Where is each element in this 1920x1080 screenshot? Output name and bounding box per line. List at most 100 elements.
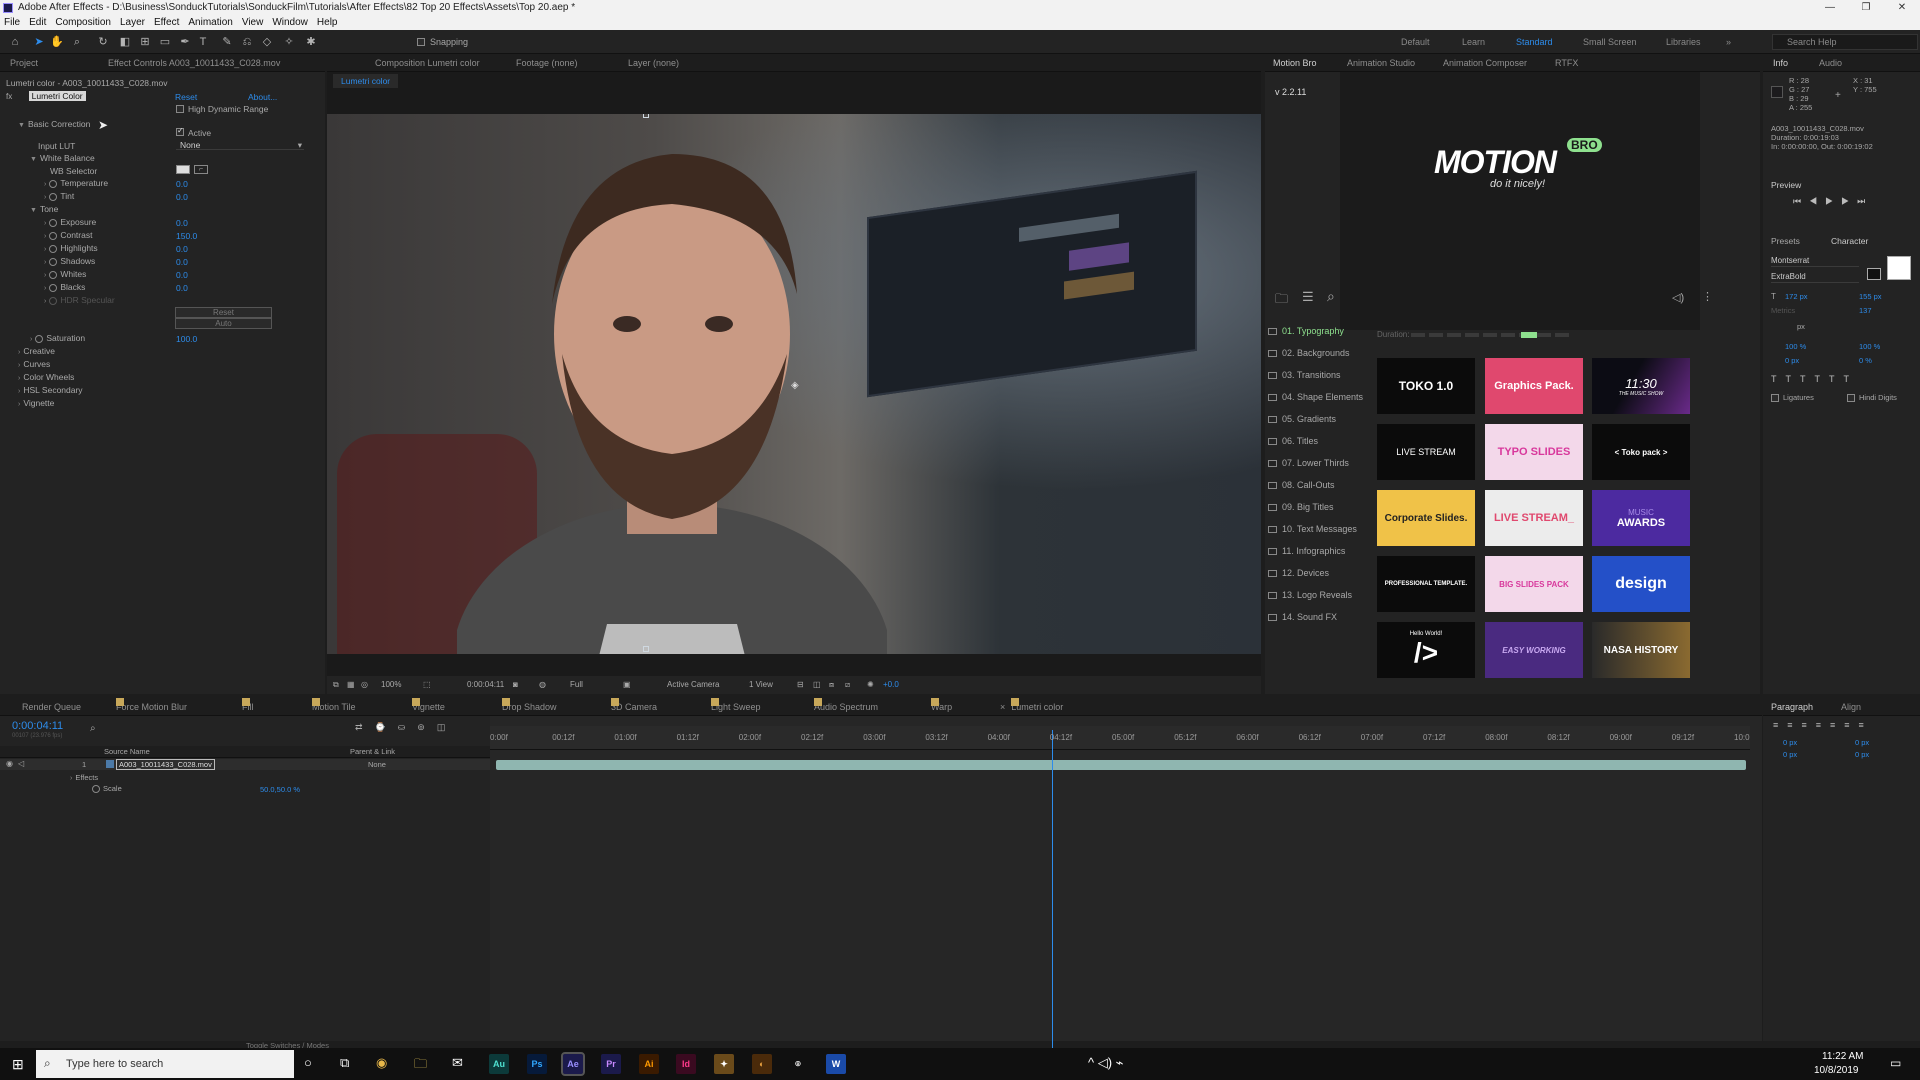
eraser-tool-icon[interactable]: ◇	[260, 35, 274, 49]
category-backgrounds[interactable]: 02. Backgrounds	[1268, 348, 1386, 358]
tab-align[interactable]: Align	[1841, 698, 1861, 716]
preset-thumb[interactable]: BIG SLIDES PACK	[1485, 556, 1583, 612]
eye-icon[interactable]: ◉	[6, 759, 13, 768]
audition-icon[interactable]: Au	[489, 1054, 509, 1074]
flowchart-icon[interactable]: ⧈	[829, 676, 834, 694]
leading-value[interactable]: 155 px	[1859, 292, 1882, 301]
category-text-messages[interactable]: 10. Text Messages	[1268, 524, 1386, 534]
category-typography[interactable]: 01. Typography	[1268, 326, 1386, 336]
zoom-tool-icon[interactable]: ⌕	[70, 35, 84, 49]
highlights-value[interactable]: 0.0	[176, 244, 188, 254]
fill-color-swatch[interactable]	[1887, 256, 1911, 280]
input-lut-dropdown[interactable]: None ▾	[176, 140, 304, 150]
wb-swatch[interactable]	[176, 165, 190, 174]
effect-about-link[interactable]: About...	[248, 92, 277, 102]
stopwatch-icon[interactable]	[49, 270, 58, 279]
active-checkbox[interactable]	[176, 126, 184, 136]
tab-info[interactable]: Info	[1773, 54, 1788, 72]
comp-subtab[interactable]: Lumetri color	[333, 74, 399, 88]
workspace-default[interactable]: Default	[1401, 37, 1430, 47]
menu-layer[interactable]: Layer	[120, 16, 145, 30]
transparency-grid-icon[interactable]: ▣	[623, 676, 631, 694]
notifications-icon[interactable]: ▭	[1890, 1056, 1901, 1070]
tab-motion-tile[interactable]: Motion Tile	[312, 698, 356, 716]
settings-sliders-icon[interactable]: ☰	[1302, 289, 1314, 305]
tab-effect-controls[interactable]: Effect Controls A003_10011433_C028.mov	[108, 54, 280, 72]
tone-reset-button[interactable]: Reset	[175, 307, 272, 318]
tab-lumetri-color[interactable]: × Lumetri color	[1000, 698, 1063, 716]
anchor-handle-icon[interactable]	[643, 114, 649, 118]
stroke-color-swatch[interactable]	[1867, 268, 1881, 280]
region-icon[interactable]: ⬚	[423, 676, 431, 694]
hindi-digits-checkbox[interactable]	[1847, 394, 1855, 402]
menu-view[interactable]: View	[242, 16, 264, 30]
tab-audio[interactable]: Audio	[1819, 54, 1842, 72]
effect-reset-link[interactable]: Reset	[175, 92, 197, 102]
color-channel-icon[interactable]: ◍	[539, 676, 546, 694]
preset-thumb[interactable]: 11:30 THE MUSIC SHOW	[1592, 358, 1690, 414]
preset-thumb[interactable]: < Toko pack >	[1592, 424, 1690, 480]
puppet-tool-icon[interactable]: ✱	[304, 35, 318, 49]
camera-tool-icon[interactable]: ◧	[118, 35, 132, 49]
tab-3d-camera[interactable]: 3D Camera	[611, 698, 657, 716]
snapping-checkbox[interactable]	[417, 38, 425, 46]
preset-thumb[interactable]: TOKO 1.0	[1377, 358, 1475, 414]
menu-effect[interactable]: Effect	[154, 16, 179, 30]
search-icon[interactable]: ⌕	[1327, 288, 1335, 305]
system-tray-icons[interactable]: ^ ◁) ⌁	[1088, 1055, 1123, 1071]
category-transitions[interactable]: 03. Transitions	[1268, 370, 1386, 380]
tint-value[interactable]: 0.0	[176, 192, 188, 202]
selection-tool-icon[interactable]: ➤	[32, 35, 46, 49]
category-lower-thirds[interactable]: 07. Lower Thirds	[1268, 458, 1386, 468]
whites-value[interactable]: 0.0	[176, 270, 188, 280]
indent-left-value[interactable]: 0 px	[1783, 738, 1797, 747]
category-gradients[interactable]: 05. Gradients	[1268, 414, 1386, 424]
tab-light-sweep[interactable]: Light Sweep	[711, 698, 761, 716]
cortana-icon[interactable]: ○	[304, 1055, 312, 1070]
preset-thumb[interactable]: Graphics Pack.	[1485, 358, 1583, 414]
workspace-libraries[interactable]: Libraries	[1666, 37, 1701, 47]
preset-thumb[interactable]: MUSIC AWARDS	[1592, 490, 1690, 546]
sound-icon[interactable]: ◁)	[1672, 291, 1684, 304]
camera-dropdown[interactable]: Active Camera	[667, 676, 719, 694]
vignette-group[interactable]: › Vignette	[18, 398, 54, 408]
brush-tool-icon[interactable]: ✎	[220, 35, 234, 49]
kerning-value[interactable]: Metrics	[1771, 306, 1795, 315]
indent-first-value[interactable]: 0 px	[1783, 750, 1797, 759]
task-view-icon[interactable]: ⧉	[340, 1055, 349, 1071]
layer-row[interactable]: ◉ ◁ 1 A003_10011433_C028.mov None	[0, 759, 490, 770]
tone-group[interactable]: ▼ Tone	[30, 204, 58, 214]
hdr-checkbox[interactable]	[176, 105, 184, 113]
folder-icon[interactable]: 🗀	[1275, 290, 1288, 312]
tab-vignette[interactable]: Vignette	[412, 698, 445, 716]
tab-fill[interactable]: Fill	[242, 698, 254, 716]
contrast-value[interactable]: 150.0	[176, 231, 197, 241]
stopwatch-icon[interactable]	[92, 785, 100, 794]
menu-help[interactable]: Help	[317, 16, 338, 30]
close-button[interactable]: ✕	[1884, 0, 1920, 16]
creative-group[interactable]: › Creative	[18, 346, 55, 356]
hsl-secondary-group[interactable]: › HSL Secondary	[18, 385, 83, 395]
taskbar-search-box[interactable]: ⌕ Type here to search	[36, 1050, 294, 1078]
grid-icon[interactable]: ▦	[347, 676, 355, 694]
search-icon[interactable]: ⌕	[90, 723, 96, 734]
menu-file[interactable]: File	[4, 16, 20, 30]
eyedropper-icon[interactable]: ⌐	[194, 165, 208, 174]
workspace-small-screen[interactable]: Small Screen	[1583, 37, 1637, 47]
stopwatch-icon[interactable]	[49, 231, 58, 240]
menu-window[interactable]: Window	[272, 16, 308, 30]
preset-thumb[interactable]: LIVE STREAM	[1377, 424, 1475, 480]
taskbar-date[interactable]: 10/8/2019	[1814, 1065, 1859, 1076]
stroke-width-unit[interactable]: px	[1797, 322, 1805, 331]
text-style-buttons[interactable]: TTTTTT	[1771, 374, 1858, 384]
preset-thumb[interactable]: Corporate Slides.	[1377, 490, 1475, 546]
tab-composition[interactable]: Composition Lumetri color	[375, 54, 480, 72]
preset-thumb[interactable]: NASA HISTORY	[1592, 622, 1690, 678]
category-infographics[interactable]: 11. Infographics	[1268, 546, 1386, 556]
menu-composition[interactable]: Composition	[55, 16, 111, 30]
maximize-button[interactable]: ❐	[1848, 0, 1884, 16]
tab-rtfx[interactable]: RTFX	[1555, 54, 1578, 72]
indesign-icon[interactable]: Id	[676, 1054, 696, 1074]
zoom-dropdown[interactable]: 100%	[381, 676, 401, 694]
stopwatch-icon[interactable]	[49, 218, 58, 227]
